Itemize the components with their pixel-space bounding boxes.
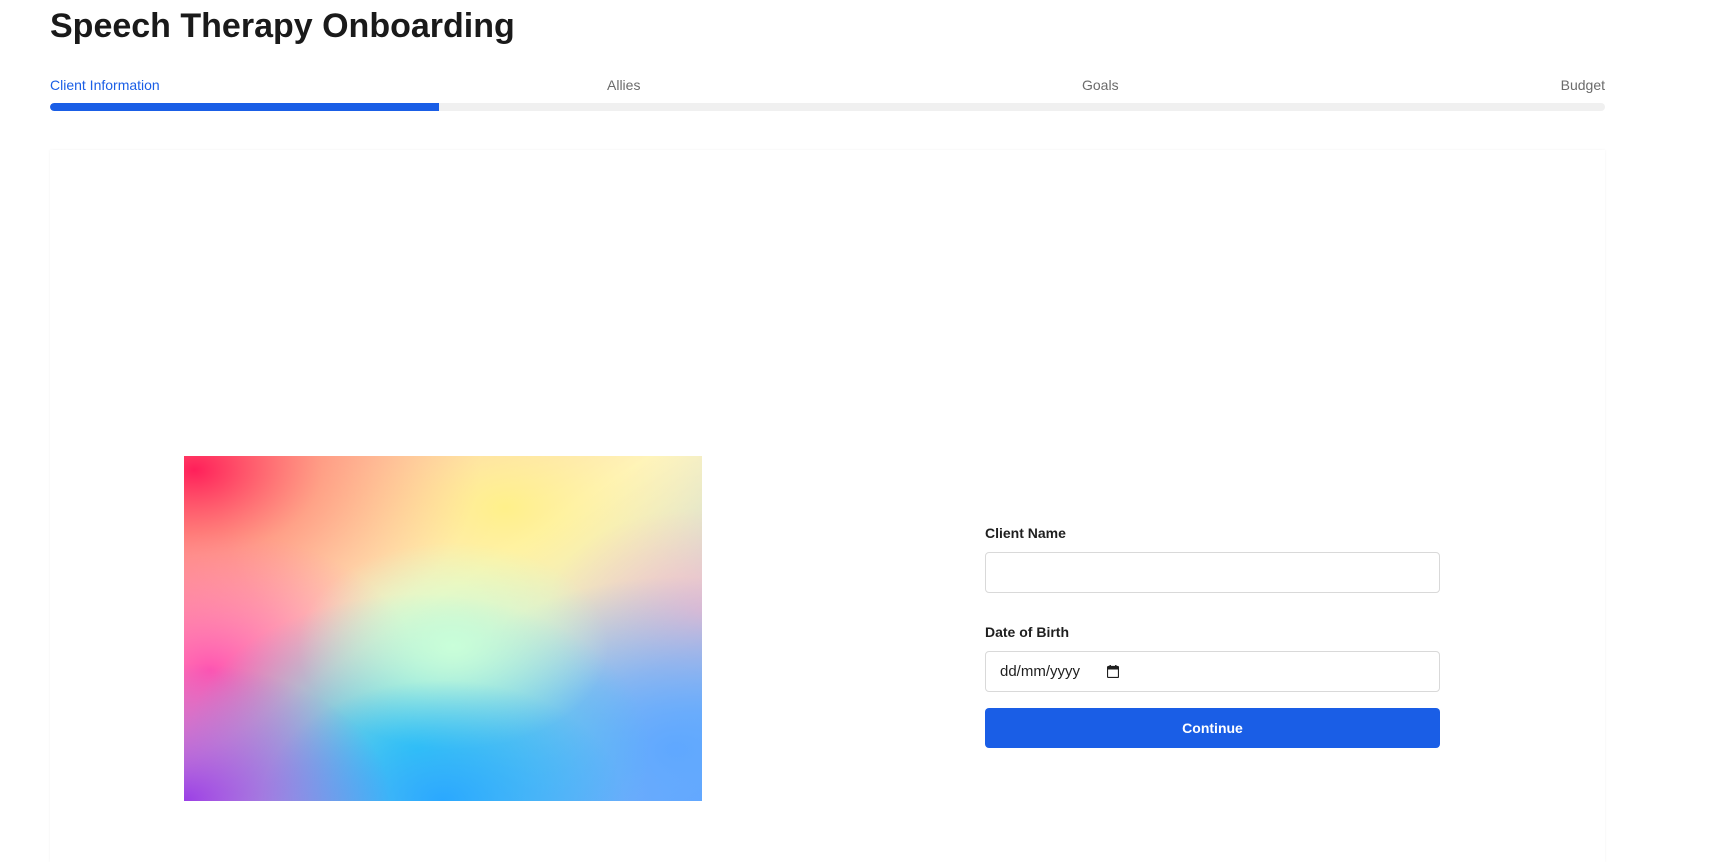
- step-goals[interactable]: Goals: [1082, 76, 1119, 94]
- date-of-birth-label: Date of Birth: [985, 624, 1069, 640]
- date-of-birth-placeholder: dd/mm/yyyy: [1000, 663, 1081, 680]
- page-title: Speech Therapy Onboarding: [50, 7, 515, 45]
- progress-bar: [50, 103, 1605, 111]
- gradient-illustration: [184, 456, 702, 801]
- continue-button[interactable]: Continue: [985, 708, 1440, 748]
- step-allies[interactable]: Allies: [607, 76, 640, 94]
- client-name-label: Client Name: [985, 525, 1066, 541]
- date-of-birth-input[interactable]: dd/mm/yyyy: [985, 651, 1440, 692]
- calendar-icon[interactable]: [1107, 665, 1119, 678]
- client-info-form: Client Name Date of Birth dd/mm/yyyy Con…: [985, 524, 1440, 748]
- step-client-information[interactable]: Client Information: [50, 76, 160, 94]
- step-budget[interactable]: Budget: [1561, 76, 1605, 94]
- stepper: Client Information Allies Goals Budget: [50, 76, 1605, 96]
- client-name-input[interactable]: [985, 552, 1440, 593]
- progress-bar-fill: [50, 103, 439, 111]
